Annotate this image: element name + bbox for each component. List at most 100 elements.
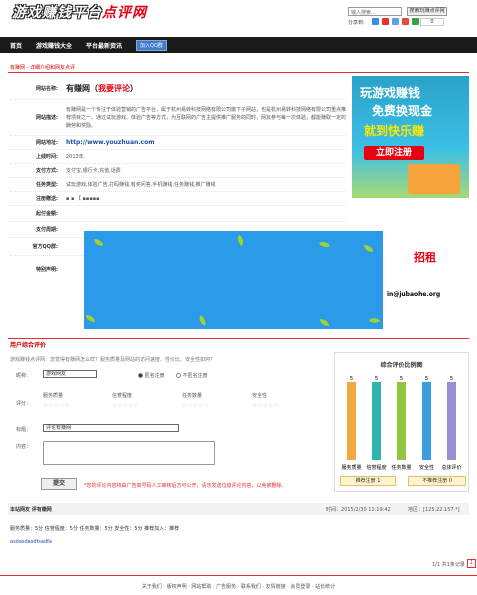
- star-rating-safety[interactable]: ☆☆☆☆☆: [252, 402, 279, 409]
- bar-2: [397, 382, 406, 460]
- info-label: 网站描述:: [36, 115, 58, 121]
- content-label: 内容：: [16, 444, 32, 450]
- leaf-decoration: [319, 239, 330, 250]
- site-logo[interactable]: 游戏赚钱平台点评网: [12, 2, 147, 22]
- score-item-service: 服务质量: [43, 393, 64, 399]
- popup-ad-overlay[interactable]: [84, 231, 383, 329]
- site-description: 有赚网是一个专注于体验营销的广告平台，属于杭州易转科技网络有限公司旗下子网站，也…: [66, 106, 347, 129]
- info-value: ▪ ▪ 【 ▪▪▪▪▪: [66, 195, 100, 202]
- bar-1: [372, 382, 381, 460]
- divider: [8, 72, 469, 73]
- bar-0: [347, 382, 356, 460]
- bar-value-label: 5: [425, 376, 428, 382]
- gift-box-image: [408, 164, 460, 194]
- bar-category-label: 任务数量: [391, 464, 411, 471]
- nav-news[interactable]: 平台最新资讯: [86, 41, 122, 50]
- bar-value-label: 5: [400, 376, 403, 382]
- info-row-url: 网站地址: http://www.youzhuan.com: [10, 136, 346, 150]
- ad-register-button[interactable]: 立即注册: [364, 146, 424, 160]
- info-label: 起付金额:: [36, 211, 58, 217]
- rating-bar-chart: 5 服务质量 5 信誉程度 5 任务数量 5 安全性 5 总体评价: [341, 376, 461, 471]
- review-scores: 服务质量：5分 信誉程度：5分 任务数量：5分 安全性：5分 推荐加入：推荐: [10, 526, 180, 532]
- ad-subheadline: 免费换现金: [372, 104, 433, 118]
- not-recommend-button[interactable]: 不推荐注册 0: [408, 476, 466, 486]
- review-section-title: 用户综合评价: [10, 342, 47, 349]
- weibo-icon[interactable]: [382, 18, 389, 25]
- info-row-launch: 上线时间: 2013年: [10, 150, 346, 164]
- site-url-link[interactable]: http://www.youzhuan.com: [66, 139, 154, 146]
- info-label: 网站名称:: [36, 86, 58, 92]
- submit-button[interactable]: 提交: [41, 478, 77, 490]
- site-name: 有赚网（我要评论）: [66, 83, 138, 93]
- info-value: 试玩游戏,体验广告,打码赚钱,有奖问答,手机赚钱,任务赚钱,推广赚钱: [66, 181, 216, 188]
- leaf-decoration: [368, 315, 381, 326]
- breadcrumb: 有赚网 - 详细介绍和网友点评: [10, 65, 75, 71]
- radio-icon[interactable]: [138, 373, 143, 378]
- page-number[interactable]: 1: [467, 559, 476, 568]
- ad-rent-text: 招租: [414, 251, 436, 264]
- star-rating-credit[interactable]: ☆☆☆☆☆: [112, 402, 139, 409]
- radio-icon[interactable]: [176, 373, 181, 378]
- score-label: 评分：: [16, 401, 32, 407]
- score-item-tasks: 任务数量: [182, 393, 203, 399]
- bar-3: [422, 382, 431, 460]
- review-hint: 游戏赚钱点评网：您觉得有赚网怎么样？服务质量及网站的访问速度、性价比、安全性如何…: [10, 357, 216, 363]
- leaf-decoration: [234, 234, 247, 247]
- reviewer-name: 本站网友 评有赚网: [10, 507, 52, 513]
- title-label: 标题：: [16, 427, 32, 433]
- content-textarea[interactable]: [43, 441, 215, 465]
- leaf-decoration: [196, 315, 209, 326]
- more-share-icon[interactable]: [412, 18, 419, 25]
- title-input[interactable]: 评论有赚网: [43, 424, 179, 432]
- info-label: 特别声明:: [36, 266, 58, 273]
- bar-4: [447, 382, 456, 460]
- join-qq-button[interactable]: 加入QQ群: [136, 39, 167, 51]
- nickname-label: 昵称：: [16, 373, 32, 379]
- bar-category-label: 信誉程度: [366, 464, 386, 471]
- comment-link[interactable]: 我要评论: [98, 84, 130, 93]
- recommend-button[interactable]: 推荐注册 1: [340, 476, 396, 486]
- ad-tagline: 就到快乐赚: [364, 124, 425, 138]
- info-row-tasks: 任务类型: 试玩游戏,体验广告,打码赚钱,有奖问答,手机赚钱,任务赚钱,推广赚钱: [10, 178, 346, 192]
- nav-home[interactable]: 首页: [10, 41, 22, 50]
- share-label: 分享到:: [348, 20, 365, 26]
- bar-category-label: 总体评价: [441, 464, 461, 471]
- leaf-decoration: [94, 239, 103, 246]
- footer-links[interactable]: 关于我们 · 版权声明 · 网站帮助 · 广告服务 · 联系我们 · 友情链接 …: [0, 583, 477, 590]
- bar-category-label: 服务质量: [341, 464, 361, 471]
- search-input[interactable]: 输入搜索...: [348, 7, 402, 16]
- nickname-input[interactable]: 游戏网友: [43, 370, 97, 378]
- divider: [8, 338, 469, 339]
- pager-info: 1/1 共1条记录: [432, 562, 465, 568]
- leaf-decoration: [320, 319, 329, 326]
- bar-category-label: 安全性: [419, 464, 434, 471]
- renren-icon[interactable]: [402, 18, 409, 25]
- leaf-decoration: [86, 315, 95, 322]
- info-row-desc: 网站描述: 有赚网是一个专注于体验营销的广告平台，属于杭州易转科技网络有限公司旗…: [10, 100, 346, 136]
- bar-value-label: 5: [450, 376, 453, 382]
- score-item-safety: 安全性: [252, 393, 268, 399]
- star-rating-service[interactable]: ☆☆☆☆☆: [43, 402, 70, 409]
- info-label: 支付方式:: [36, 168, 58, 174]
- qzone-icon[interactable]: [372, 18, 379, 25]
- search-button[interactable]: 搜索玩赚点评网: [407, 7, 447, 16]
- main-nav: 首页 游戏赚钱大全 平台最新资讯 加入QQ群: [0, 37, 477, 53]
- info-label: 上线时间:: [36, 154, 58, 160]
- contact-email: in@jubaohe.org: [387, 291, 441, 298]
- tencent-weibo-icon[interactable]: [392, 18, 399, 25]
- info-label: 网站地址:: [36, 140, 58, 146]
- kuailezhuan-ad-banner[interactable]: 玩游戏赚钱 免费换现金 就到快乐赚 立即注册: [352, 76, 469, 198]
- nav-games[interactable]: 游戏赚钱大全: [36, 41, 72, 50]
- info-label: 任务类型:: [36, 182, 58, 188]
- info-label: 注册赠送:: [36, 196, 58, 202]
- review-header-bar: [8, 503, 469, 515]
- info-label: 官方QQ群:: [32, 244, 58, 250]
- share-icons: [372, 18, 419, 25]
- info-label: 支付周期:: [36, 227, 58, 233]
- divider: [0, 575, 477, 576]
- info-row-min: 起付金额:: [10, 206, 346, 222]
- share-count: 0: [420, 18, 444, 26]
- noanon-option[interactable]: 不匿名注册: [176, 372, 208, 379]
- anon-option[interactable]: 匿名注册: [138, 372, 165, 379]
- star-rating-tasks[interactable]: ☆☆☆☆☆: [182, 402, 209, 409]
